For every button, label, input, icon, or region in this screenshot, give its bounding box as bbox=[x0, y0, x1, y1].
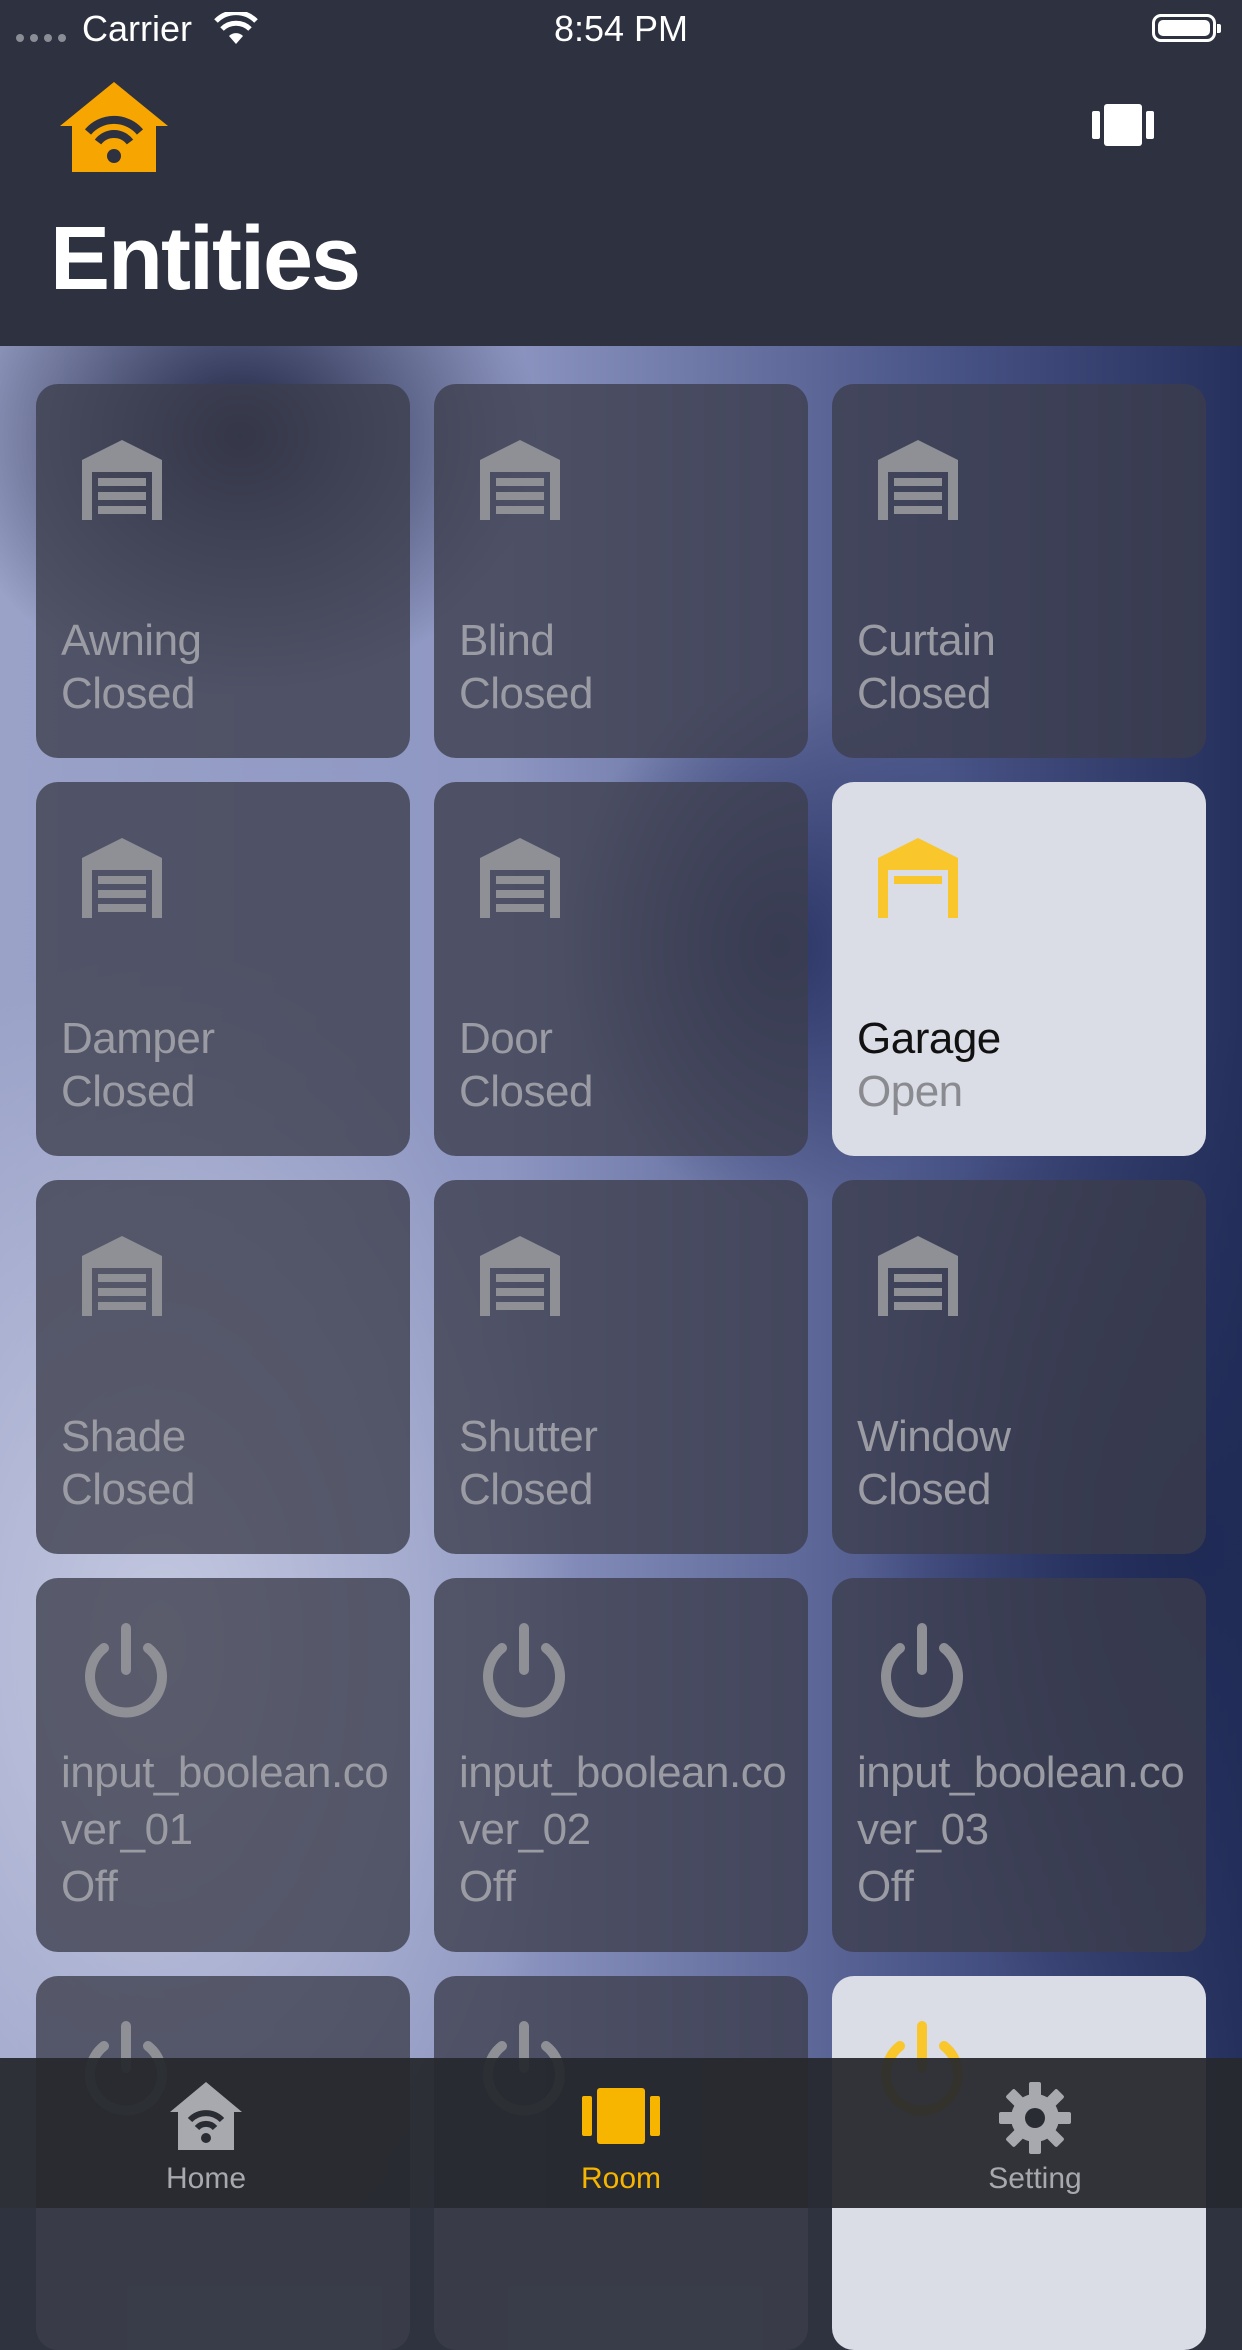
entity-state: Closed bbox=[857, 1465, 991, 1514]
entity-state: Closed bbox=[61, 1067, 195, 1116]
tab-room[interactable]: Room bbox=[471, 2058, 771, 2208]
entity-card-door[interactable]: Door Closed bbox=[434, 782, 808, 1156]
tab-label: Room bbox=[580, 2162, 662, 2195]
garage-closed-icon bbox=[878, 1236, 958, 1321]
entity-name: Awning bbox=[61, 616, 202, 665]
room-icon bbox=[471, 2080, 771, 2144]
entity-state: Closed bbox=[459, 669, 593, 718]
entity-name: Shutter bbox=[459, 1412, 598, 1461]
page-title: Entities bbox=[50, 209, 361, 309]
entity-state: Closed bbox=[61, 669, 195, 718]
entity-name: Garage bbox=[857, 1014, 1001, 1063]
entity-card-shutter[interactable]: Shutter Closed bbox=[434, 1180, 808, 1554]
clock: 8:54 PM bbox=[553, 8, 689, 49]
room-view-button[interactable] bbox=[1092, 104, 1154, 151]
entity-name: Door bbox=[459, 1014, 553, 1063]
entity-card-blind[interactable]: Blind Closed bbox=[434, 384, 808, 758]
entity-state: Closed bbox=[857, 669, 991, 718]
entity-state: Closed bbox=[459, 1465, 593, 1514]
entity-state: Off bbox=[61, 1862, 118, 1911]
garage-closed-icon bbox=[82, 838, 162, 923]
tab-home[interactable]: Home bbox=[56, 2058, 356, 2208]
entity-state: Off bbox=[857, 1862, 914, 1911]
entity-name: Damper bbox=[61, 1014, 215, 1063]
entity-state: Closed bbox=[459, 1067, 593, 1116]
gear-icon bbox=[885, 2080, 1185, 2156]
entity-name: input_boolean.cover_02 bbox=[459, 1748, 787, 1854]
garage-closed-icon bbox=[878, 440, 958, 525]
garage-closed-icon bbox=[82, 440, 162, 525]
entity-card-garage[interactable]: Garage Open bbox=[832, 782, 1206, 1156]
entity-name: Blind bbox=[459, 616, 555, 665]
entity-name: Shade bbox=[61, 1412, 186, 1461]
garage-closed-icon bbox=[480, 1236, 560, 1321]
entity-card-input-boolean-cover-02[interactable]: input_boolean.cover_02 Off bbox=[434, 1578, 808, 1952]
garage-closed-icon bbox=[480, 440, 560, 525]
entity-card-curtain[interactable]: Curtain Closed bbox=[832, 384, 1206, 758]
garage-closed-icon bbox=[480, 838, 560, 923]
tab-bar: Home Room Setting bbox=[0, 2058, 1242, 2208]
tab-label: Home bbox=[165, 2162, 247, 2195]
entity-card-shade[interactable]: Shade Closed bbox=[36, 1180, 410, 1554]
battery-icon bbox=[1152, 14, 1221, 42]
entity-name: Window bbox=[857, 1412, 1011, 1461]
entity-name: Curtain bbox=[857, 616, 996, 665]
header: Carrier 8:54 PM Entities bbox=[0, 0, 1242, 346]
entity-name: input_boolean.cover_03 bbox=[857, 1748, 1185, 1854]
entity-card-window[interactable]: Window Closed bbox=[832, 1180, 1206, 1554]
entity-state: Closed bbox=[61, 1465, 195, 1514]
entity-card-awning[interactable]: Awning Closed bbox=[36, 384, 410, 758]
power-icon bbox=[876, 1622, 968, 1723]
entity-state: Off bbox=[459, 1862, 516, 1911]
entity-card-damper[interactable]: Damper Closed bbox=[36, 782, 410, 1156]
garage-open-icon bbox=[878, 838, 958, 923]
entity-card-input-boolean-cover-01[interactable]: input_boolean.cover_01 Off bbox=[36, 1578, 410, 1952]
entity-card-input-boolean-cover-03[interactable]: input_boolean.cover_03 Off bbox=[832, 1578, 1206, 1952]
garage-closed-icon bbox=[82, 1236, 162, 1321]
entity-state: Open bbox=[857, 1067, 963, 1116]
home-wifi-logo-icon bbox=[58, 80, 170, 179]
status-bar: Carrier 8:54 PM bbox=[0, 0, 1242, 60]
home-wifi-icon bbox=[56, 2080, 356, 2152]
tab-setting[interactable]: Setting bbox=[885, 2058, 1185, 2208]
power-icon bbox=[478, 1622, 570, 1723]
entity-name: input_boolean.cover_01 bbox=[61, 1748, 389, 1854]
tab-label: Setting bbox=[988, 2162, 1082, 2195]
power-icon bbox=[80, 1622, 172, 1723]
